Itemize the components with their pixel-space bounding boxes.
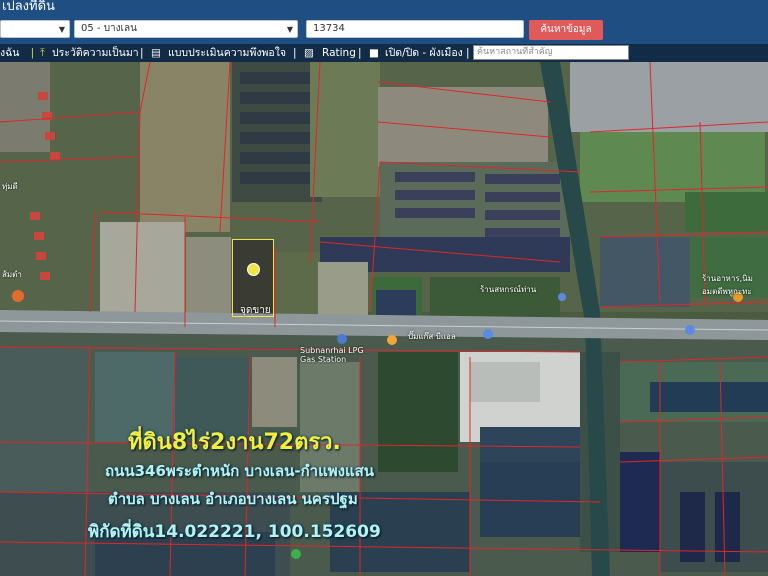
satellite-map[interactable]: จุดขาย ร้านสหกรณ์ท่าน ร้านอาหาร,นิม อมตด… — [0, 62, 768, 576]
separator: | — [358, 47, 362, 59]
separator: | — [293, 47, 297, 59]
separator: | — [466, 47, 470, 59]
map-label-gas: ปั๊มแก๊ส บีแอล — [408, 332, 456, 341]
province-select[interactable]: ▼ — [0, 20, 70, 38]
checkbox-icon[interactable]: ■ — [369, 44, 379, 62]
place-search-input[interactable]: ค้นหาสถานที่สำคัญ — [473, 45, 629, 60]
overlay-coordinates: พิกัดที่ดิน14.022221, 100.152609 — [88, 522, 381, 542]
toolbar-item-zoning-toggle[interactable]: เปิด/ปิด - ผังเมือง — [385, 44, 463, 62]
map-label-station: Subnanrhai LPG Gas Station — [300, 346, 364, 364]
rating-icon: ▨ — [304, 47, 314, 59]
map-label-shop2: ร้านอาหาร,นิม อมตดีพหูกะทะ — [702, 274, 753, 296]
place-search-placeholder: ค้นหาสถานที่สำคัญ — [477, 47, 553, 57]
overlay-address: ตำบล บางเลน อำเภอบางเลน นครปฐม — [108, 490, 358, 508]
map-label-left: ทุ่มดี — [2, 182, 18, 191]
page-title: เปลงที่ดิน — [2, 0, 55, 14]
location-pin-icon[interactable] — [247, 263, 260, 276]
app-header: เปลงที่ดิน ▼ 05 - บางเลน ▼ 13734 ค้นหาข้… — [0, 0, 768, 44]
toolbar: งฉัน ❘ ⤒ ประวัติความเป็นมา | ▤ แบบประเมิ… — [0, 44, 768, 62]
toolbar-item-rating[interactable]: Rating — [322, 44, 356, 62]
chevron-down-icon: ▼ — [286, 25, 293, 34]
overlay-road: ถนน346พระตำหนัก บางเลน-กำแพงแสน — [105, 462, 375, 480]
map-label-left2: ส้มตำ — [2, 270, 22, 279]
overlay-land-size: ที่ดิน8ไร่2งาน72ตรว. — [128, 430, 341, 455]
plot-label: จุดขาย — [240, 305, 271, 316]
map-label-shop1: ร้านสหกรณ์ท่าน — [480, 285, 537, 294]
history-icon: ❘ ⤒ — [28, 47, 45, 59]
toolbar-item-mine[interactable]: งฉัน — [0, 44, 19, 62]
chevron-down-icon: ▼ — [58, 25, 65, 34]
district-select-value: 05 - บางเลน — [81, 23, 137, 34]
toolbar-item-survey[interactable]: แบบประเมินความพึงพอใจ — [168, 44, 286, 62]
survey-icon: ▤ — [151, 47, 161, 59]
parcel-number-input[interactable]: 13734 — [306, 20, 524, 38]
parcel-number-value: 13734 — [313, 23, 345, 34]
district-select[interactable]: 05 - บางเลน ▼ — [74, 20, 298, 38]
separator: | — [140, 47, 144, 59]
toolbar-item-history[interactable]: ประวัติความเป็นมา — [52, 44, 139, 62]
search-button[interactable]: ค้นหาข้อมูล — [529, 20, 603, 40]
